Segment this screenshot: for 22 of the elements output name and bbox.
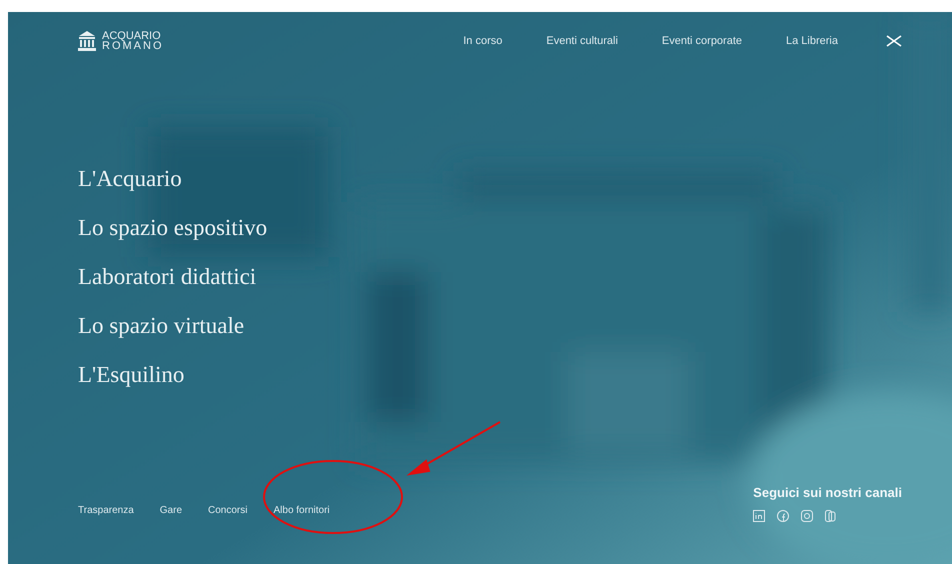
footer-link[interactable]: Concorsi	[208, 503, 248, 518]
close-button[interactable]	[886, 35, 902, 47]
nav-link[interactable]: Eventi corporate	[662, 32, 742, 50]
menu-link[interactable]: Lo spazio espositivo	[78, 212, 268, 244]
nav-link[interactable]: Eventi culturali	[546, 32, 618, 50]
menu-link[interactable]: L'Esquilino	[78, 359, 184, 391]
footer-link[interactable]: Albo fornitori	[273, 503, 330, 518]
instagram-icon[interactable]	[801, 510, 814, 522]
logo-text: ROMANO	[102, 41, 164, 51]
threads-icon[interactable]	[825, 510, 836, 522]
footer-link[interactable]: Gare	[160, 503, 182, 518]
footer-link[interactable]: Trasparenza	[78, 503, 134, 518]
logo-text: ACQUARIO	[102, 31, 162, 41]
facebook-icon[interactable]	[777, 510, 790, 522]
social-title: Seguici sui nostri canali	[753, 484, 902, 502]
linkedin-icon[interactable]	[753, 510, 766, 522]
nav-link[interactable]: La Libreria	[786, 32, 838, 50]
menu-link[interactable]: Lo spazio virtuale	[78, 310, 244, 342]
building-icon	[78, 31, 96, 51]
nav-link[interactable]: In corso	[463, 32, 502, 50]
menu-link[interactable]: L'Acquario	[78, 163, 182, 195]
menu-link[interactable]: Laboratori didattici	[78, 261, 256, 293]
